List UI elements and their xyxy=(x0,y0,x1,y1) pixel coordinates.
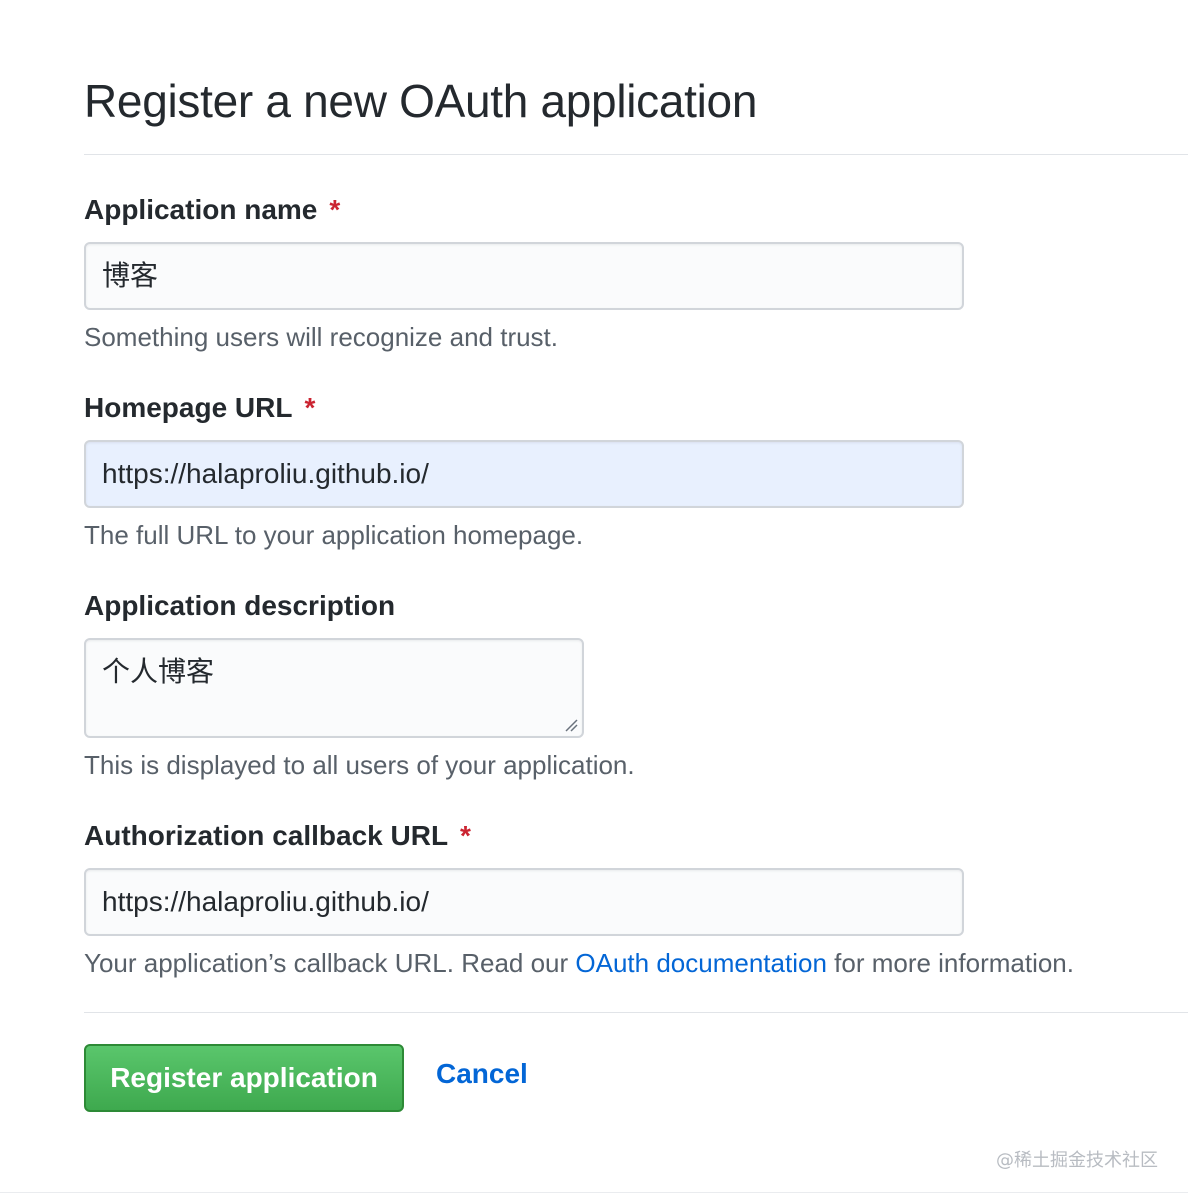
callback-url-input[interactable]: https://halaproliu.github.io/ xyxy=(84,868,964,936)
callback-url-note: Your application’s callback URL. Read ou… xyxy=(84,948,1074,979)
required-asterisk: * xyxy=(304,392,316,423)
app-name-input[interactable]: 博客 xyxy=(84,242,964,310)
watermark: @稀土掘金技术社区 xyxy=(996,1150,1158,1171)
callback-note-text-before: Your application’s callback URL. Read ou… xyxy=(84,948,576,978)
actions-divider xyxy=(84,1012,1188,1013)
app-name-note: Something users will recognize and trust… xyxy=(84,322,559,352)
cancel-link[interactable]: Cancel xyxy=(436,1058,528,1090)
app-name-label-text: Application name xyxy=(84,194,318,225)
title-divider xyxy=(84,154,1188,155)
description-label-text: Application description xyxy=(84,590,396,621)
required-asterisk: * xyxy=(460,820,471,851)
homepage-url-input[interactable]: https://halaproliu.github.io/ xyxy=(84,440,964,508)
callback-url-label: Authorization callback URL * xyxy=(84,820,471,852)
required-asterisk: * xyxy=(329,194,341,225)
register-application-button[interactable]: Register application xyxy=(84,1044,404,1112)
homepage-url-label: Homepage URL * xyxy=(84,392,315,424)
description-note: This is displayed to all users of your a… xyxy=(84,750,635,780)
callback-note-text-after: for more information. xyxy=(826,948,1074,978)
callback-url-label-text: Authorization callback URL xyxy=(84,820,449,851)
oauth-documentation-link[interactable]: OAuth documentation xyxy=(575,948,827,978)
homepage-url-label-text: Homepage URL xyxy=(84,392,293,423)
description-textarea[interactable]: 个人博客 xyxy=(84,638,584,738)
app-name-label: Application name * xyxy=(84,194,340,226)
resize-handle-icon[interactable] xyxy=(564,718,578,732)
page-title: Register a new OAuth application xyxy=(84,75,758,127)
page-bottom-border xyxy=(0,1192,1188,1193)
register-oauth-app-page: Register a new OAuth application Applica… xyxy=(0,0,1188,1200)
description-label: Application description xyxy=(84,590,395,622)
description-value: 个人博客 xyxy=(102,656,215,687)
homepage-url-note: The full URL to your application homepag… xyxy=(84,520,584,550)
